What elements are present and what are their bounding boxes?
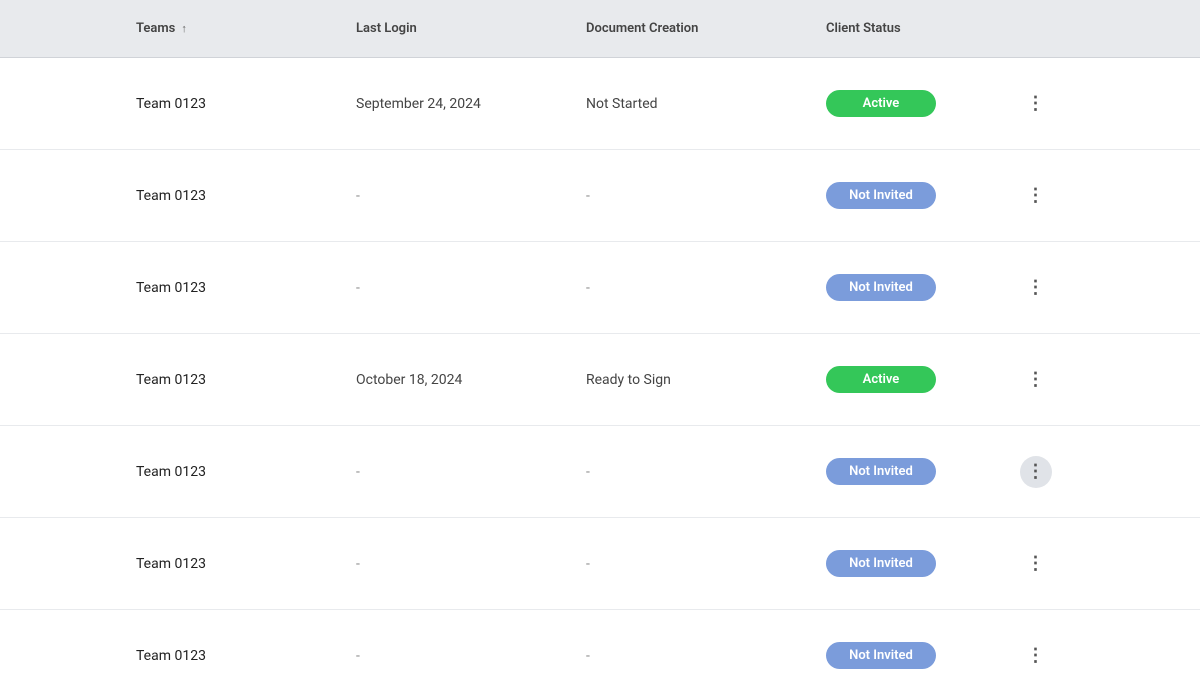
cell-client-status: Not Invited bbox=[826, 550, 1006, 577]
cell-last-login: - bbox=[356, 648, 586, 664]
cell-team-name: Team 0123 bbox=[136, 648, 356, 664]
cell-team-name: Team 0123 bbox=[136, 280, 356, 296]
table-row: Team 0123--Not Invited⋮ bbox=[0, 610, 1200, 675]
more-options-button[interactable]: ⋮ bbox=[1020, 88, 1052, 120]
header-col-document-creation[interactable]: Document Creation bbox=[586, 21, 826, 36]
cell-client-status: Active bbox=[826, 366, 1006, 393]
more-options-button[interactable]: ⋮ bbox=[1020, 456, 1052, 488]
cell-client-status: Active bbox=[826, 90, 1006, 117]
header-col-teams[interactable]: Teams ↑ bbox=[136, 21, 356, 36]
cell-team-name: Team 0123 bbox=[136, 188, 356, 204]
more-options-button[interactable]: ⋮ bbox=[1020, 364, 1052, 396]
table-container: Teams ↑ Last Login Document Creation Cli… bbox=[0, 0, 1200, 675]
more-options-button[interactable]: ⋮ bbox=[1020, 272, 1052, 304]
cell-client-status: Not Invited bbox=[826, 182, 1006, 209]
cell-client-status: Not Invited bbox=[826, 642, 1006, 669]
cell-team-name: Team 0123 bbox=[136, 464, 356, 480]
status-badge: Not Invited bbox=[826, 642, 936, 669]
more-options-button[interactable]: ⋮ bbox=[1020, 548, 1052, 580]
table-body: Team 0123September 24, 2024Not StartedAc… bbox=[0, 58, 1200, 675]
more-options-button[interactable]: ⋮ bbox=[1020, 640, 1052, 672]
status-badge: Active bbox=[826, 366, 936, 393]
cell-last-login: - bbox=[356, 464, 586, 480]
more-options-button[interactable]: ⋮ bbox=[1020, 180, 1052, 212]
status-badge: Not Invited bbox=[826, 458, 936, 485]
status-badge: Not Invited bbox=[826, 182, 936, 209]
table-row: Team 0123--Not Invited⋮ bbox=[0, 426, 1200, 518]
cell-last-login: - bbox=[356, 556, 586, 572]
cell-last-login: - bbox=[356, 188, 586, 204]
cell-doc-creation: Not Started bbox=[586, 96, 826, 112]
status-badge: Not Invited bbox=[826, 550, 936, 577]
sort-up-icon[interactable]: ↑ bbox=[181, 22, 187, 35]
table-row: Team 0123--Not Invited⋮ bbox=[0, 242, 1200, 334]
status-badge: Active bbox=[826, 90, 936, 117]
cell-last-login: September 24, 2024 bbox=[356, 96, 586, 112]
status-badge: Not Invited bbox=[826, 274, 936, 301]
cell-actions: ⋮ bbox=[1006, 88, 1066, 120]
table-row: Team 0123--Not Invited⋮ bbox=[0, 518, 1200, 610]
table-row: Team 0123--Not Invited⋮ bbox=[0, 150, 1200, 242]
cell-team-name: Team 0123 bbox=[136, 372, 356, 388]
header-col-client-status[interactable]: Client Status bbox=[826, 21, 1006, 36]
cell-actions: ⋮ bbox=[1006, 180, 1066, 212]
cell-doc-creation: - bbox=[586, 556, 826, 572]
cell-actions: ⋮ bbox=[1006, 640, 1066, 672]
cell-actions: ⋮ bbox=[1006, 456, 1066, 488]
cell-team-name: Team 0123 bbox=[136, 96, 356, 112]
cell-client-status: Not Invited bbox=[826, 274, 1006, 301]
cell-last-login: - bbox=[356, 280, 586, 296]
cell-actions: ⋮ bbox=[1006, 548, 1066, 580]
header-teams-label: Teams bbox=[136, 21, 175, 36]
table-row: Team 0123September 24, 2024Not StartedAc… bbox=[0, 58, 1200, 150]
cell-doc-creation: - bbox=[586, 464, 826, 480]
table-header: Teams ↑ Last Login Document Creation Cli… bbox=[0, 0, 1200, 58]
cell-actions: ⋮ bbox=[1006, 364, 1066, 396]
cell-doc-creation: - bbox=[586, 188, 826, 204]
cell-doc-creation: - bbox=[586, 648, 826, 664]
header-col-last-login[interactable]: Last Login bbox=[356, 21, 586, 36]
cell-team-name: Team 0123 bbox=[136, 556, 356, 572]
cell-doc-creation: Ready to Sign bbox=[586, 372, 826, 388]
table-row: Team 0123October 18, 2024Ready to SignAc… bbox=[0, 334, 1200, 426]
cell-doc-creation: - bbox=[586, 280, 826, 296]
cell-actions: ⋮ bbox=[1006, 272, 1066, 304]
cell-client-status: Not Invited bbox=[826, 458, 1006, 485]
cell-last-login: October 18, 2024 bbox=[356, 372, 586, 388]
